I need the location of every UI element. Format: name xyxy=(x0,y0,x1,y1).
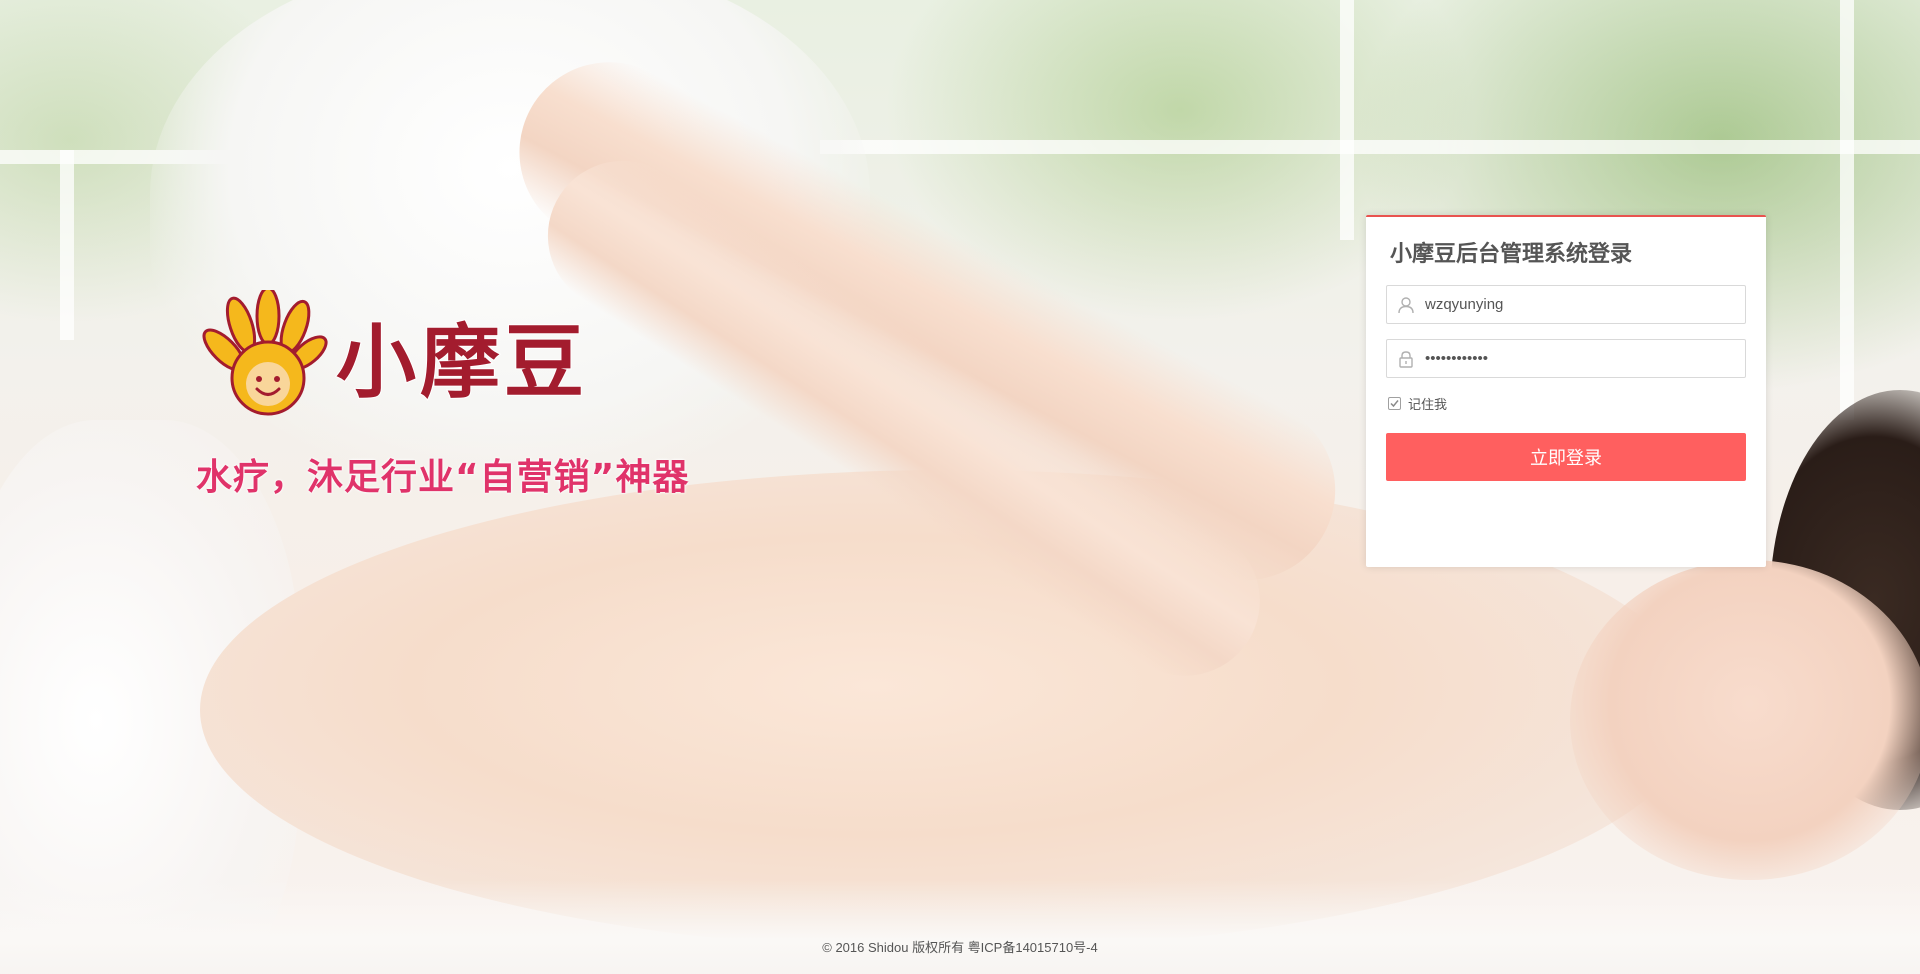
login-title: 小摩豆后台管理系统登录 xyxy=(1390,241,1633,266)
login-panel: 小摩豆后台管理系统登录 记住我 立即登录 xyxy=(1366,215,1766,567)
password-field[interactable] xyxy=(1386,339,1746,378)
brand-slogan: 水疗，沐足行业“自营销”神器 xyxy=(196,457,690,498)
remember-checkbox[interactable] xyxy=(1388,396,1401,410)
checkmark-icon xyxy=(1390,399,1399,407)
login-page: 小摩豆 水疗，沐足行业“自营销”神器 小摩豆后台管理系统登录 wzqyunyin… xyxy=(0,0,1920,974)
remember-label: 记住我 xyxy=(1408,396,1448,412)
brand-logo: 小摩豆 xyxy=(196,290,596,420)
password-input[interactable] xyxy=(1425,340,1735,377)
username-field[interactable] xyxy=(1386,285,1746,324)
lock-icon xyxy=(1399,351,1413,368)
username-input[interactable] xyxy=(1425,286,1735,323)
smiling-hand-sun-icon xyxy=(202,290,328,416)
login-button[interactable]: 立即登录 xyxy=(1386,433,1746,481)
user-icon xyxy=(1398,297,1414,314)
remember-me[interactable]: 记住我 xyxy=(1388,393,1746,413)
copyright-footer: © 2016 Shidou 版权所有 粤ICP备14015710号-4 xyxy=(822,940,1098,955)
brand-name: 小摩豆 xyxy=(335,315,588,409)
